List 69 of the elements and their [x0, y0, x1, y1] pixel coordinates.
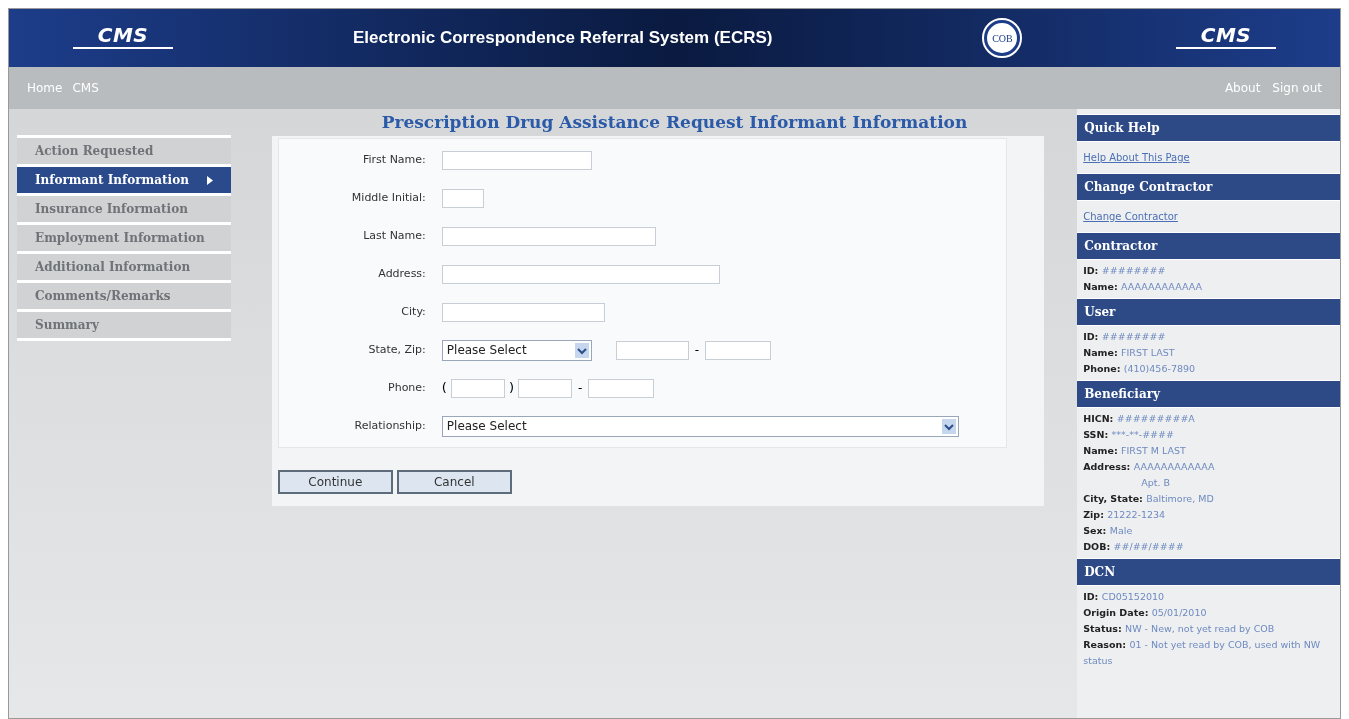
- nav-link[interactable]: Home: [27, 79, 63, 97]
- section-header: User: [1077, 298, 1340, 326]
- info-line: SSN: ***-**-####: [1083, 428, 1175, 442]
- input-field[interactable]: [441, 188, 484, 208]
- info-line: Address: AAAAAAAAAAAA: [1083, 460, 1216, 474]
- input-field[interactable]: [441, 150, 592, 170]
- input-field[interactable]: [588, 378, 655, 398]
- info-line: ID: ########: [1083, 264, 1167, 278]
- section-header: Quick Help: [1077, 114, 1340, 142]
- field-label: Middle Initial:: [350, 189, 427, 206]
- info-line: Zip: 21222-1234: [1083, 508, 1167, 522]
- nav-link[interactable]: Sign out: [1272, 79, 1322, 97]
- info-line: DOB: ##/##/####: [1083, 540, 1185, 554]
- field-label: First Name:: [362, 151, 427, 168]
- info-line: Status: NW - New, not yet read by COB: [1083, 622, 1276, 636]
- section-header: Beneficiary: [1077, 380, 1340, 408]
- sidebar-item[interactable]: Comments/Remarks: [17, 283, 231, 312]
- info-line: HICN: #########A: [1083, 412, 1196, 426]
- info-line: Name: AAAAAAAAAAAA: [1083, 280, 1203, 294]
- cms-logo: CMS: [1176, 25, 1276, 51]
- section-header: DCN: [1077, 558, 1340, 586]
- info-line: Sex: Male: [1083, 524, 1134, 538]
- seal-logo: COB: [984, 20, 1021, 56]
- info-line: Name: FIRST M LAST: [1083, 444, 1187, 458]
- field-label: Phone:: [387, 379, 427, 396]
- info-line: City, State: Baltimore, MD: [1083, 492, 1215, 506]
- input-field[interactable]: [441, 264, 720, 284]
- input-field[interactable]: [450, 378, 505, 398]
- nav-link[interactable]: About: [1224, 79, 1261, 97]
- form-button[interactable]: Cancel: [396, 470, 512, 494]
- nav-link[interactable]: CMS: [72, 79, 99, 97]
- input-field[interactable]: [705, 340, 772, 360]
- sidebar-item[interactable]: Employment Information: [17, 225, 231, 254]
- info-line: Reason: 01 - Not yet read by COB, used with NW status: [1083, 638, 1322, 668]
- sidebar-item[interactable]: Informant Information: [17, 167, 231, 196]
- info-line: ID: ########: [1083, 330, 1167, 344]
- help-link[interactable]: Change Contractor: [1083, 204, 1178, 229]
- info-line: Apt. B: [1140, 476, 1171, 490]
- separator: (: [441, 379, 447, 398]
- field-label: Relationship:: [353, 417, 427, 434]
- field-label: State, Zip:: [367, 341, 427, 358]
- cms-logo: CMS: [73, 25, 173, 51]
- sidebar-item[interactable]: Insurance Information: [17, 196, 231, 225]
- input-field[interactable]: [441, 302, 605, 322]
- field-label: City:: [400, 303, 427, 320]
- info-line: Phone: (410)456-7890: [1083, 362, 1197, 376]
- info-line: Name: FIRST LAST: [1083, 346, 1176, 360]
- arrow-icon: [207, 175, 213, 185]
- field-label: Last Name:: [362, 227, 427, 244]
- app-title: Electronic Correspondence Referral System (ECRS): [353, 27, 773, 50]
- select-dropdown[interactable]: Please Select: [441, 415, 959, 437]
- field-label: Address:: [377, 265, 427, 282]
- form-button[interactable]: Continue: [277, 470, 393, 494]
- select-dropdown[interactable]: Please Select: [441, 339, 592, 361]
- separator: ): [508, 379, 514, 398]
- sidebar-item[interactable]: Summary: [17, 312, 231, 341]
- input-field[interactable]: [441, 226, 656, 246]
- sidebar-item[interactable]: Additional Information: [17, 254, 231, 283]
- separator: -: [694, 342, 700, 359]
- info-line: ID: CD05152010: [1083, 590, 1166, 604]
- help-link[interactable]: Help About This Page: [1083, 145, 1190, 170]
- info-line: Origin Date: 05/01/2010: [1083, 606, 1208, 620]
- section-header: Change Contractor: [1077, 173, 1340, 201]
- input-field[interactable]: [517, 378, 572, 398]
- separator: -: [576, 380, 584, 397]
- page-title: Prescription Drug Assistance Request Informant Information: [380, 111, 969, 134]
- section-header: Contractor: [1077, 232, 1340, 260]
- sidebar-item[interactable]: Action Requested: [17, 138, 231, 167]
- input-field[interactable]: [615, 340, 689, 360]
